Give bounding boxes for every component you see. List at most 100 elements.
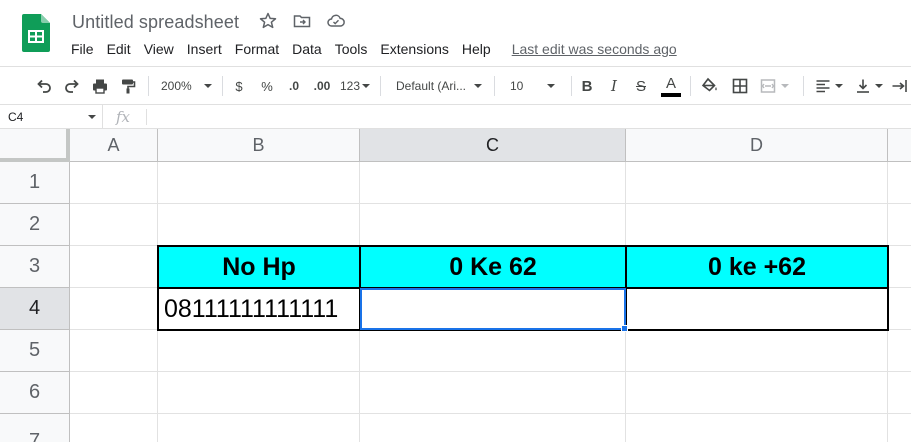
fx-icon: fx — [116, 108, 131, 126]
cell-d7[interactable] — [626, 414, 888, 442]
menu-extensions[interactable]: Extensions — [380, 40, 448, 58]
currency-format-button[interactable]: $ — [230, 75, 248, 97]
increase-decimal-button[interactable]: .00 — [310, 75, 334, 97]
font-size-select[interactable]: 10 — [504, 75, 566, 97]
row-header-1[interactable]: 1 — [0, 162, 70, 204]
last-edit-link[interactable]: Last edit was seconds ago — [512, 41, 677, 57]
cell-e2[interactable] — [888, 204, 911, 246]
bold-button[interactable]: B — [578, 75, 596, 97]
borders-icon[interactable] — [729, 75, 751, 97]
cell-b7[interactable] — [158, 414, 360, 442]
column-header-e[interactable] — [888, 129, 911, 162]
menu-help[interactable]: Help — [462, 40, 491, 58]
cell-d2[interactable] — [626, 204, 888, 246]
menu-file[interactable]: File — [71, 40, 94, 58]
cell-c7[interactable] — [360, 414, 626, 442]
redo-icon[interactable] — [60, 75, 84, 97]
column-header-c[interactable]: C — [360, 129, 626, 162]
document-title[interactable]: Untitled spreadsheet — [72, 12, 239, 33]
undo-icon[interactable] — [32, 75, 56, 97]
cloud-saved-icon[interactable] — [326, 11, 346, 31]
column-header-a[interactable]: A — [70, 129, 158, 162]
row-header-2[interactable]: 2 — [0, 204, 70, 246]
cell-d6[interactable] — [626, 372, 888, 414]
select-all-corner[interactable] — [0, 129, 70, 162]
menu-view[interactable]: View — [144, 40, 174, 58]
cell-b1[interactable] — [158, 162, 360, 204]
row-header-3[interactable]: 3 — [0, 246, 70, 288]
text-color-label: A — [665, 74, 676, 92]
cell-c1[interactable] — [360, 162, 626, 204]
vertical-align-icon[interactable] — [852, 75, 884, 97]
chevron-down-icon — [834, 84, 843, 88]
chevron-down-icon — [203, 84, 212, 88]
cell-d3[interactable]: 0 ke +62 — [625, 245, 889, 289]
selected-cell-outline — [360, 288, 626, 330]
menu-tools[interactable]: Tools — [335, 40, 368, 58]
cell-b4[interactable]: 08111111111111 — [157, 287, 361, 331]
row-header-7[interactable]: 7 — [0, 414, 70, 442]
horizontal-align-icon[interactable] — [812, 75, 844, 97]
cell-e5[interactable] — [888, 330, 911, 372]
decrease-decimal-button[interactable]: .0 — [283, 75, 305, 97]
more-formats-label: 123 — [339, 79, 361, 93]
cell-e3[interactable] — [888, 246, 911, 288]
chevron-down-icon — [874, 84, 883, 88]
cell-c3[interactable]: 0 Ke 62 — [359, 245, 627, 289]
font-family-select[interactable]: Default (Ari... — [390, 75, 488, 97]
cell-c6[interactable] — [360, 372, 626, 414]
menu-data[interactable]: Data — [292, 40, 322, 58]
cell-a3[interactable] — [70, 246, 158, 288]
column-header-d[interactable]: D — [626, 129, 888, 162]
cell-e7[interactable] — [888, 414, 911, 442]
row-header-4[interactable]: 4 — [0, 288, 70, 330]
star-icon[interactable] — [258, 11, 278, 31]
cell-b6[interactable] — [158, 372, 360, 414]
menu-format[interactable]: Format — [235, 40, 279, 58]
name-box[interactable]: C4 — [0, 105, 103, 129]
strikethrough-button[interactable]: S — [632, 75, 650, 97]
cell-a5[interactable] — [70, 330, 158, 372]
cell-b3[interactable]: No Hp — [157, 245, 361, 289]
menu-insert[interactable]: Insert — [187, 40, 222, 58]
cell-a2[interactable] — [70, 204, 158, 246]
fill-color-icon[interactable] — [699, 75, 721, 97]
cell-e4[interactable] — [888, 288, 911, 330]
cell-c5[interactable] — [360, 330, 626, 372]
print-icon[interactable] — [88, 75, 112, 97]
cell-a1[interactable] — [70, 162, 158, 204]
cell-e6[interactable] — [888, 372, 911, 414]
more-formats-button[interactable]: 123 — [338, 75, 372, 97]
percent-format-button[interactable]: % — [258, 75, 276, 97]
zoom-select[interactable]: 200% — [155, 75, 215, 97]
cell-e1[interactable] — [888, 162, 911, 204]
cell-d4[interactable] — [625, 287, 889, 331]
column-header-b[interactable]: B — [158, 129, 360, 162]
move-to-folder-icon[interactable] — [292, 11, 312, 31]
fill-handle[interactable] — [621, 325, 628, 332]
text-color-button[interactable]: A — [660, 75, 682, 97]
menu-edit[interactable]: Edit — [107, 40, 131, 58]
paint-format-icon[interactable] — [116, 75, 140, 97]
formula-input[interactable] — [156, 109, 896, 125]
cell-a6[interactable] — [70, 372, 158, 414]
chevron-down-icon — [362, 84, 371, 88]
merge-cells-icon[interactable] — [757, 75, 791, 97]
row-header-6[interactable]: 6 — [0, 372, 70, 414]
toolbar: 200% $ % .0 .00 123 Default (Ari... 10 B… — [0, 66, 911, 105]
spreadsheet-grid: A B C D 1 2 3 4 5 6 7 No Hp 0 Ke 62 0 ke… — [0, 129, 911, 442]
text-color-swatch — [661, 92, 681, 97]
cell-a7[interactable] — [70, 414, 158, 442]
italic-button[interactable]: I — [605, 75, 623, 97]
cell-d1[interactable] — [626, 162, 888, 204]
cell-reference: C4 — [8, 110, 24, 124]
cell-c2[interactable] — [360, 204, 626, 246]
row-header-5[interactable]: 5 — [0, 330, 70, 372]
cell-b5[interactable] — [158, 330, 360, 372]
text-wrap-icon[interactable] — [888, 75, 910, 97]
cell-b2[interactable] — [158, 204, 360, 246]
sheets-logo-icon[interactable] — [22, 14, 50, 52]
chevron-down-icon — [781, 84, 789, 88]
cell-a4[interactable] — [70, 288, 158, 330]
cell-d5[interactable] — [626, 330, 888, 372]
